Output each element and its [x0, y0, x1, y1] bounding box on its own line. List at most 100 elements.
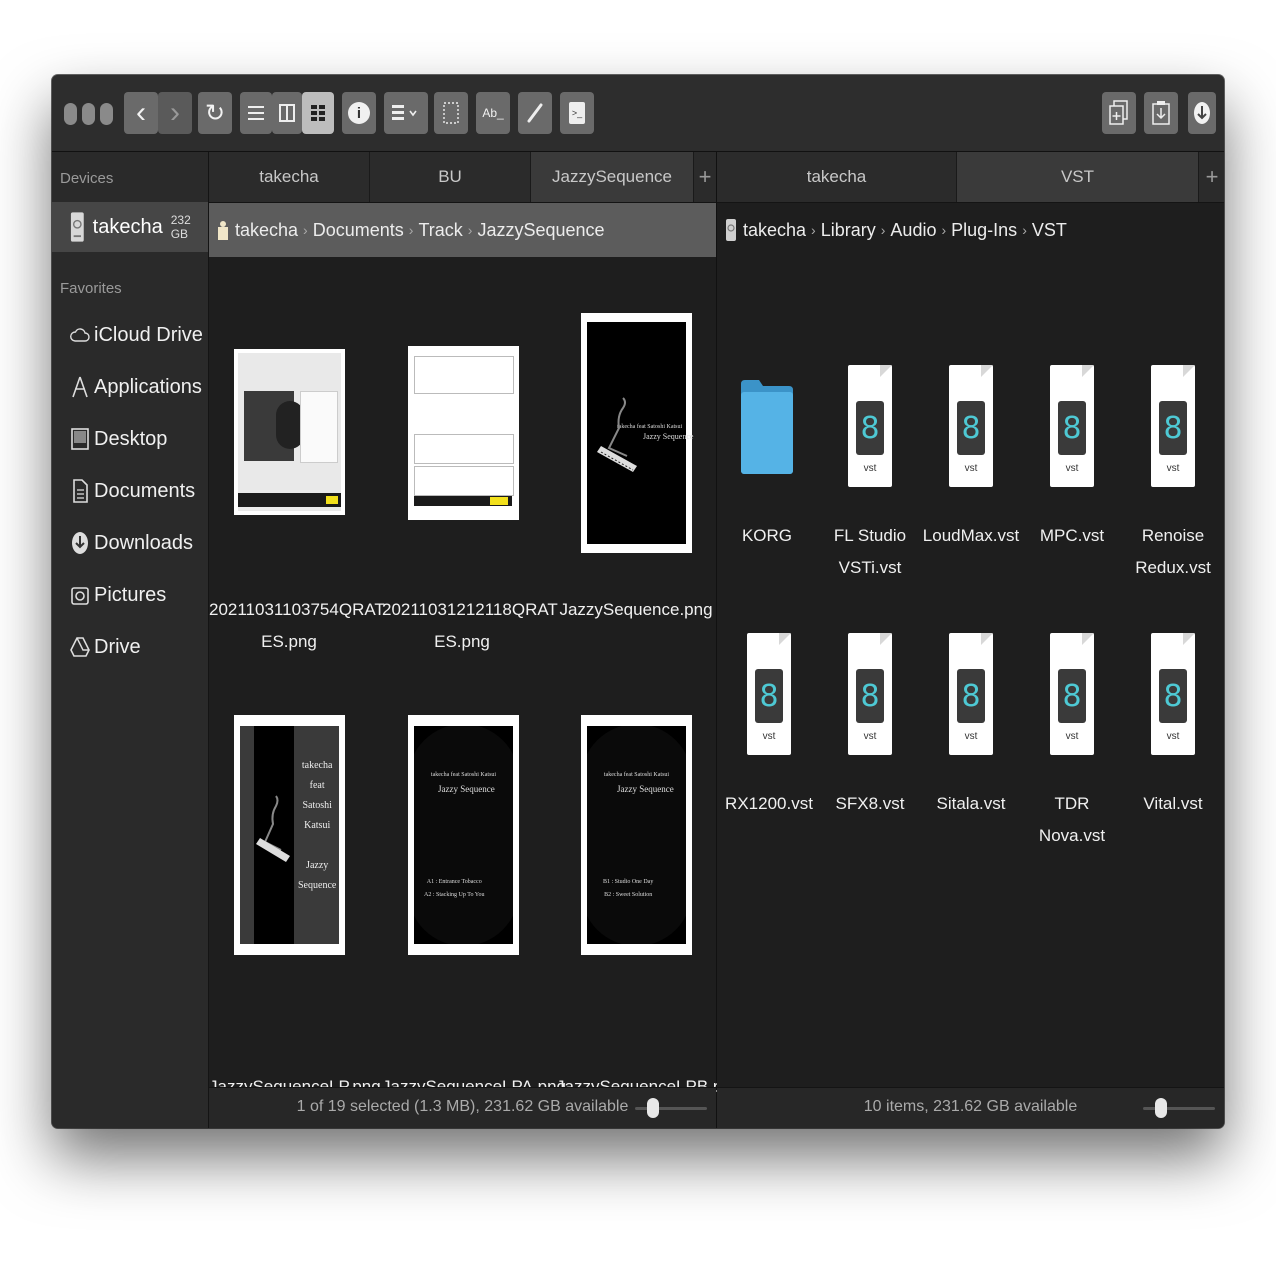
file-name: FL Studio VSTi.vst — [818, 520, 922, 584]
documents-icon — [70, 479, 90, 503]
sidebar-item-icloud-drive[interactable]: iCloud Drive — [70, 320, 203, 350]
new-file-button[interactable] — [434, 92, 468, 134]
sidebar-item-label: Drive — [94, 635, 141, 658]
right-tab-bar: takecha VST + — [717, 152, 1224, 203]
lp-tracklist: A1 : Entrance Tobacco A2 : Stacking Up T… — [424, 876, 484, 902]
vst-file-icon: 8 vst — [949, 365, 993, 487]
sidebar-item-downloads[interactable]: Downloads — [70, 528, 193, 558]
copy-file-icon — [1109, 100, 1128, 125]
vst-glyph: 8 — [1159, 401, 1187, 455]
breadcrumb-item[interactable]: JazzySequence — [477, 220, 604, 241]
file-thumbnail: takecha feat Satoshi Katsui Jazzy Sequen… — [581, 313, 694, 553]
vst-file-icon: 8 vst — [747, 633, 791, 755]
file-type-tag: vst — [762, 731, 776, 742]
edit-button[interactable] — [518, 92, 552, 134]
file-type-tag: vst — [964, 463, 978, 474]
breadcrumb-item[interactable]: Track — [418, 220, 462, 241]
breadcrumb-item[interactable]: Library — [821, 220, 876, 241]
zoom-window-button[interactable] — [100, 103, 113, 125]
file-name-line: ES.png — [434, 632, 490, 651]
sidebar-item-desktop[interactable]: Desktop — [70, 424, 167, 454]
breadcrumb-separator: › — [303, 222, 308, 238]
sidebar-item-applications[interactable]: Applications — [70, 372, 202, 402]
file-type-tag: vst — [1166, 731, 1180, 742]
breadcrumb: takecha › Library › Audio › Plug-Ins › VST — [717, 203, 1224, 257]
refresh-icon: ↻ — [204, 99, 226, 127]
minimize-window-button[interactable] — [82, 103, 95, 125]
file-name: 20211031212118QRAT ES.png — [382, 594, 558, 658]
rename-button[interactable]: Ab_ — [476, 92, 510, 134]
file-name: SFX8.vst — [818, 788, 922, 820]
cloud-icon — [70, 323, 90, 347]
right-status-bar: 10 items, 231.62 GB available — [717, 1087, 1224, 1128]
pictures-icon — [70, 583, 90, 607]
folder-icon — [741, 380, 793, 474]
forward-button[interactable]: › — [158, 92, 192, 134]
lp-line — [298, 836, 336, 856]
tab-jazzysequence[interactable]: JazzySequence — [531, 152, 694, 202]
left-zoom-slider[interactable] — [635, 1107, 707, 1110]
file-name-line: Sitala.vst — [936, 794, 1006, 813]
icon-view-button[interactable] — [302, 92, 334, 134]
breadcrumb-item[interactable]: Audio — [890, 220, 936, 241]
lp-tracklist: B1 : Studio One Day B2 : Sweet Solution — [603, 876, 653, 902]
download-button[interactable] — [1188, 92, 1216, 134]
arrange-menu-button[interactable] — [384, 92, 428, 134]
device-size: 232 GB — [170, 213, 191, 241]
lp-line: Jazzy — [306, 860, 329, 871]
new-tab-button[interactable]: + — [695, 152, 715, 202]
vst-glyph: 8 — [957, 669, 985, 723]
tab-takecha[interactable]: takecha — [209, 152, 370, 202]
breadcrumb-item[interactable]: VST — [1032, 220, 1067, 241]
file-thumbnail — [234, 349, 345, 515]
file-type-tag: vst — [1065, 731, 1079, 742]
file-type-tag: vst — [1166, 463, 1180, 474]
tab-vst[interactable]: VST — [957, 152, 1199, 202]
move-to-other-pane-button[interactable] — [1144, 92, 1178, 134]
pianist-figure-icon — [597, 397, 637, 472]
file-name-line: ES.png — [261, 632, 317, 651]
sidebar-item-label: iCloud Drive — [94, 323, 203, 346]
file-name-line: RX1200.vst — [725, 794, 813, 813]
column-view-button[interactable] — [272, 92, 302, 134]
new-file-icon — [443, 102, 459, 124]
sidebar-device-takecha[interactable]: takecha 232 GB — [52, 202, 208, 252]
lp-line: Satoshi — [302, 800, 332, 811]
tab-bu[interactable]: BU — [370, 152, 531, 202]
new-tab-button[interactable]: + — [1202, 152, 1222, 202]
tab-takecha[interactable]: takecha — [717, 152, 957, 202]
file-type-tag: vst — [964, 731, 978, 742]
left-zoom-slider-knob[interactable] — [647, 1098, 659, 1118]
track-line: A2 : Stacking Up To You — [424, 892, 485, 898]
lp-title: Jazzy Sequence — [438, 784, 495, 794]
file-name-line: KORG — [741, 526, 793, 545]
breadcrumb-item[interactable]: Plug-Ins — [951, 220, 1017, 241]
terminal-button[interactable]: >_ — [560, 92, 594, 134]
file-thumbnail: takecha feat Satoshi Katsui Jazzy Sequen… — [581, 715, 692, 955]
lp-header: takecha feat Satoshi Katsui — [430, 772, 497, 778]
breadcrumb-item[interactable]: Documents — [313, 220, 404, 241]
copy-to-other-pane-button[interactable] — [1102, 92, 1136, 134]
list-view-button[interactable] — [240, 92, 272, 134]
vst-glyph: 8 — [856, 669, 884, 723]
right-zoom-slider[interactable] — [1143, 1107, 1215, 1110]
toolbar: ‹ › ↻ i Ab_ >_ — [52, 75, 1224, 152]
cover-title: Jazzy Sequence — [643, 432, 694, 441]
breadcrumb-item[interactable]: takecha — [235, 220, 298, 241]
right-zoom-slider-knob[interactable] — [1155, 1098, 1167, 1118]
icon-view-icon — [311, 105, 325, 121]
sidebar-item-label: Pictures — [94, 583, 167, 606]
sidebar-item-pictures[interactable]: Pictures — [70, 580, 166, 610]
file-name: RX1200.vst — [717, 788, 821, 820]
sidebar-item-documents[interactable]: Documents — [70, 476, 195, 506]
info-button[interactable]: i — [342, 92, 376, 134]
sidebar-item-drive[interactable]: Drive — [70, 632, 141, 662]
breadcrumb-separator: › — [1022, 222, 1027, 238]
applications-icon — [70, 375, 90, 399]
column-view-icon — [279, 104, 295, 122]
refresh-button[interactable]: ↻ — [198, 92, 232, 134]
vst-file-icon: 8 vst — [848, 365, 892, 487]
breadcrumb-item[interactable]: takecha — [743, 220, 806, 241]
close-window-button[interactable] — [64, 103, 77, 125]
back-button[interactable]: ‹ — [124, 92, 158, 134]
